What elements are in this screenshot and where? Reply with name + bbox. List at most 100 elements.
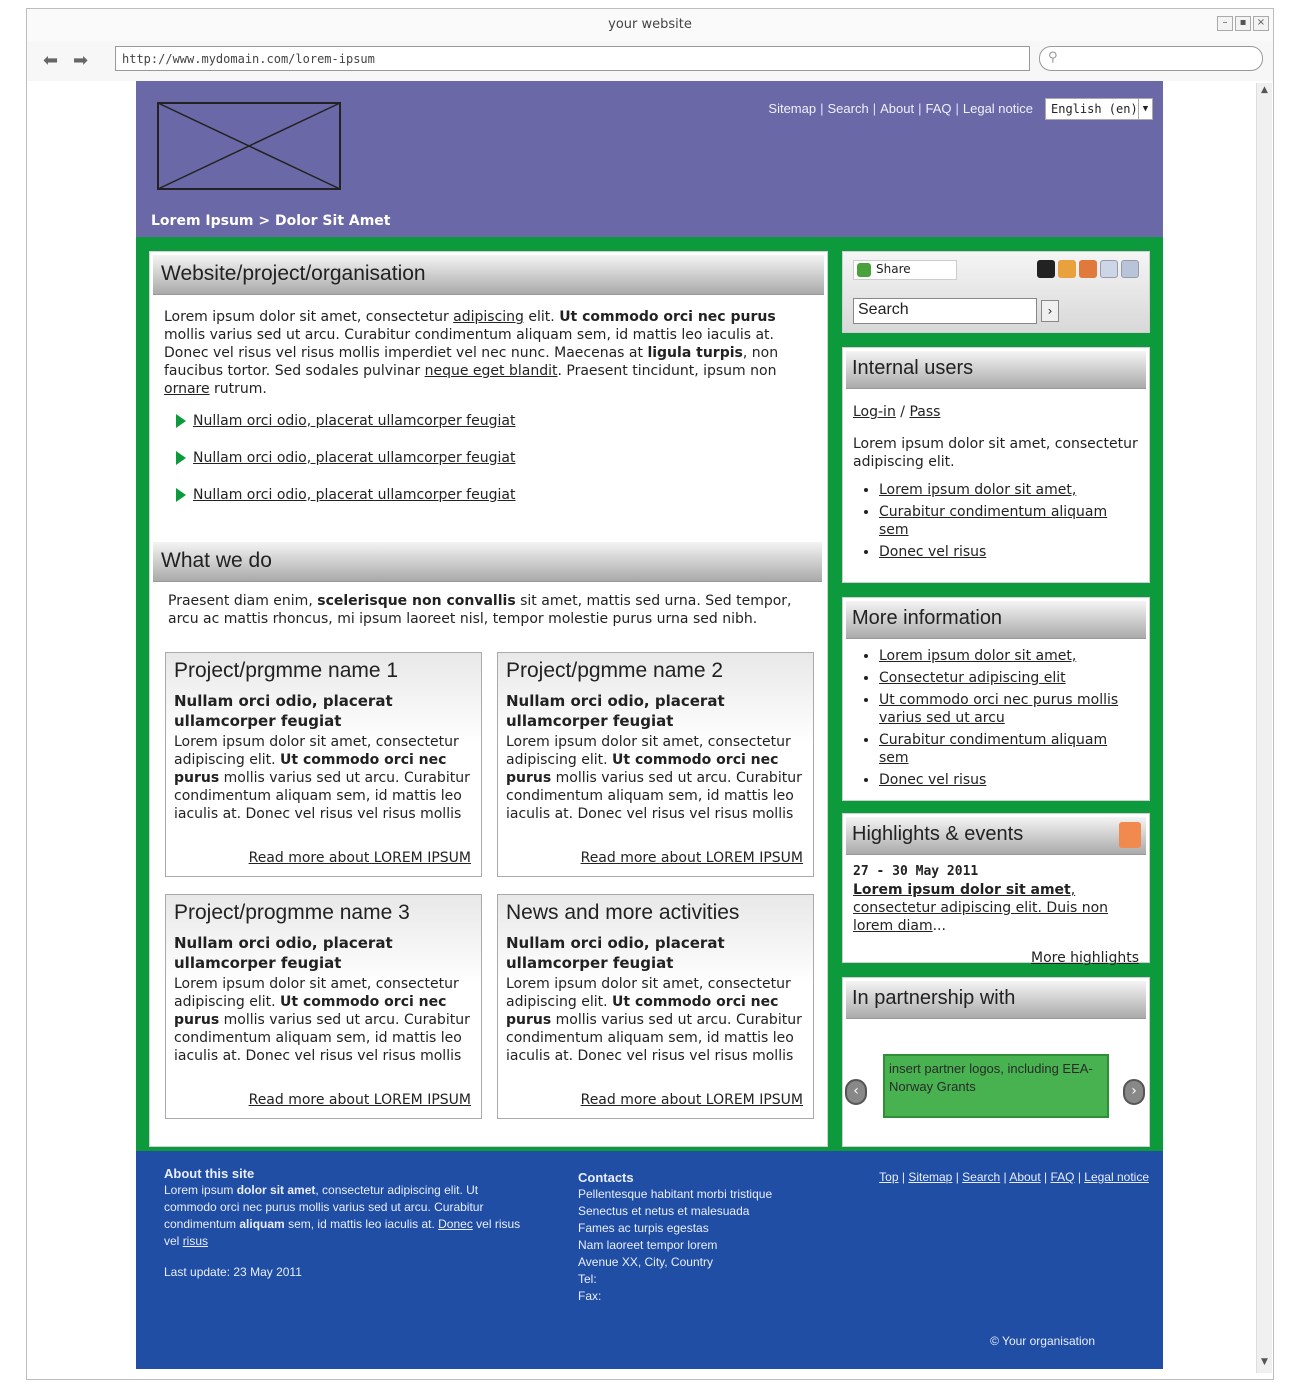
arrow-link[interactable]: Nullam orci odio, placerat ullamcorper f…: [193, 487, 515, 503]
bold-text: aliquam: [239, 1217, 285, 1231]
more-info-links: Lorem ipsum dolor sit amet, Consectetur …: [853, 647, 1139, 789]
rss-icon[interactable]: [1058, 260, 1076, 278]
text: rutrum.: [209, 381, 267, 397]
footer-link-about[interactable]: About: [1009, 1170, 1040, 1184]
topnav-legal-notice[interactable]: Legal notice: [963, 101, 1033, 116]
last-update: Last update: 23 May 2011: [164, 1265, 302, 1279]
list-item: Nullam orci odio, placerat ullamcorper f…: [176, 476, 515, 513]
arrow-link[interactable]: Nullam orci odio, placerat ullamcorper f…: [193, 450, 515, 466]
internal-link[interactable]: Curabitur condimentum aliquam sem: [879, 504, 1107, 538]
email-icon[interactable]: [1100, 260, 1118, 278]
card-title: News and more activities: [506, 901, 740, 924]
internal-link[interactable]: Donec vel risus: [879, 544, 986, 560]
footer-about-text: Lorem ipsum dolor sit amet, consectetur …: [164, 1182, 534, 1250]
project-card-2: Project/pgmme name 2 Nullam orci odio, p…: [497, 652, 814, 877]
vertical-scrollbar[interactable]: ▲ ▼: [1256, 83, 1272, 1373]
carousel-prev-icon[interactable]: ‹: [845, 1079, 867, 1105]
login-link[interactable]: Log-in: [853, 404, 896, 420]
topnav-sitemap[interactable]: Sitemap: [768, 101, 816, 116]
tumblr-icon[interactable]: [1037, 260, 1055, 278]
footer-contacts-title: Contacts: [578, 1170, 634, 1185]
info-link[interactable]: Curabitur condimentum aliquam sem: [879, 732, 1107, 766]
intro-paragraph: Lorem ipsum dolor sit amet, consectetur …: [164, 308, 812, 398]
footer-links: Top | Sitemap | Search | About | FAQ | L…: [879, 1170, 1149, 1184]
footer-link-search[interactable]: Search: [962, 1170, 1000, 1184]
text: Lorem ipsum dolor sit amet, consectetur: [164, 309, 454, 325]
feed-icon[interactable]: [1079, 260, 1097, 278]
arrow-link[interactable]: Nullam orci odio, placerat ullamcorper f…: [193, 413, 515, 429]
info-link[interactable]: Lorem ipsum dolor sit amet,: [879, 648, 1076, 664]
intro-link-adipiscing[interactable]: adipiscing: [453, 309, 524, 325]
scroll-down-arrow-icon[interactable]: ▼: [1257, 1357, 1272, 1371]
project-card-3: Project/progmme name 3 Nullam orci odio,…: [165, 894, 482, 1119]
card-title: Project/progmme name 3: [174, 901, 410, 924]
site-header: Sitemap | Search | About | FAQ | Legal notice En…: [136, 81, 1163, 237]
read-more-link[interactable]: Read more about LOREM IPSUM: [249, 850, 471, 866]
footer-link-donec[interactable]: Donec: [438, 1217, 473, 1231]
footer-about: About this site Lorem ipsum dolor sit am…: [164, 1165, 534, 1281]
topnav-search[interactable]: Search: [828, 101, 869, 116]
read-more-link[interactable]: Read more about LOREM IPSUM: [581, 1092, 803, 1108]
topnav-about[interactable]: About: [880, 101, 914, 116]
event-link[interactable]: Lorem ipsum dolor sit amet: [853, 882, 1071, 898]
highlights-title: Highlights & events: [846, 817, 1146, 855]
read-more-link[interactable]: Read more about LOREM IPSUM: [249, 1092, 471, 1108]
chevron-down-icon: ▼: [1138, 99, 1152, 119]
internal-links: Lorem ipsum dolor sit amet, Curabitur co…: [853, 481, 1139, 561]
intro-link-ornare[interactable]: ornare: [164, 381, 210, 397]
close-button[interactable]: ×: [1253, 16, 1269, 31]
share-button[interactable]: Share: [853, 260, 957, 280]
section-title-what-we-do: What we do: [153, 542, 822, 582]
share-search-box: Share Search ›: [842, 251, 1150, 333]
highlights-body: 27 - 30 May 2011 Lorem ipsum dolor sit a…: [843, 855, 1149, 975]
browser-search-input[interactable]: ⚲: [1039, 46, 1263, 71]
bold-text: dolor sit amet: [236, 1183, 316, 1197]
search-go-icon[interactable]: ›: [1041, 300, 1059, 322]
footer-link-faq[interactable]: FAQ: [1050, 1170, 1074, 1184]
footer-link-legal-notice[interactable]: Legal notice: [1084, 1170, 1149, 1184]
maximize-button[interactable]: ▪: [1235, 16, 1251, 31]
footer-about-title: About this site: [164, 1166, 255, 1181]
minimize-button[interactable]: –: [1217, 16, 1233, 31]
internal-link[interactable]: Lorem ipsum dolor sit amet,: [879, 482, 1076, 498]
search-input[interactable]: Search: [853, 298, 1037, 324]
footer-link-top[interactable]: Top: [879, 1170, 898, 1184]
main-panel: Website/project/organisation Lorem ipsum…: [149, 251, 828, 1147]
browser-navbar: ⬅ ➡ http://www.mydomain.com/lorem-ipsum …: [27, 41, 1273, 81]
more-highlights-link[interactable]: More highlights: [1031, 950, 1139, 966]
info-link[interactable]: Consectetur adipiscing elit: [879, 670, 1066, 686]
info-link[interactable]: Donec vel risus: [879, 772, 986, 788]
rss-icon[interactable]: [1119, 822, 1141, 848]
text: /: [895, 404, 910, 420]
forward-arrow-icon[interactable]: ➡: [73, 52, 88, 70]
text: Lorem ipsum: [164, 1183, 237, 1197]
read-more-link[interactable]: Read more about LOREM IPSUM: [581, 850, 803, 866]
footer-link-risus[interactable]: risus: [183, 1234, 208, 1248]
highlights-box: Highlights & events 27 - 30 May 2011 Lor…: [842, 813, 1150, 966]
footer-link-sitemap[interactable]: Sitemap: [908, 1170, 952, 1184]
separator: |: [918, 101, 922, 116]
project-card-1: Project/prgmme name 1 Nullam orci odio, …: [165, 652, 482, 877]
print-icon[interactable]: [1121, 260, 1139, 278]
back-arrow-icon[interactable]: ⬅: [43, 52, 58, 70]
scroll-up-arrow-icon[interactable]: ▲: [1257, 85, 1272, 99]
carousel-next-icon[interactable]: ›: [1123, 1079, 1145, 1105]
intro-link-neque[interactable]: neque eget blandit: [425, 363, 558, 379]
pass-link[interactable]: Pass: [909, 404, 940, 420]
contact-line: Tel:: [578, 1272, 597, 1286]
separator: |: [955, 101, 959, 116]
card-subtitle: Nullam orci odio, placerat ullamcorper f…: [506, 934, 725, 972]
info-link[interactable]: Ut commodo orci nec purus mollis varius …: [879, 692, 1118, 726]
more-information-box: More information Lorem ipsum dolor sit a…: [842, 597, 1150, 801]
bold-text: scelerisque non convallis: [317, 593, 516, 609]
site-footer: About this site Lorem ipsum dolor sit am…: [136, 1151, 1163, 1369]
list-item: Donec vel risus: [879, 771, 1139, 789]
text: mollis varius sed ut arcu. Curabitur con…: [174, 770, 470, 822]
card-title: Project/prgmme name 1: [174, 659, 399, 682]
magnifier-icon: ⚲: [1048, 50, 1058, 65]
address-bar[interactable]: http://www.mydomain.com/lorem-ipsum: [115, 46, 1030, 71]
language-select[interactable]: English (en) ▼: [1045, 98, 1153, 120]
internal-users-box: Internal users Log-in / Pass Lorem ipsum…: [842, 347, 1150, 583]
text: . Praesent tincidunt, ipsum non: [557, 363, 777, 379]
topnav-faq[interactable]: FAQ: [925, 101, 951, 116]
